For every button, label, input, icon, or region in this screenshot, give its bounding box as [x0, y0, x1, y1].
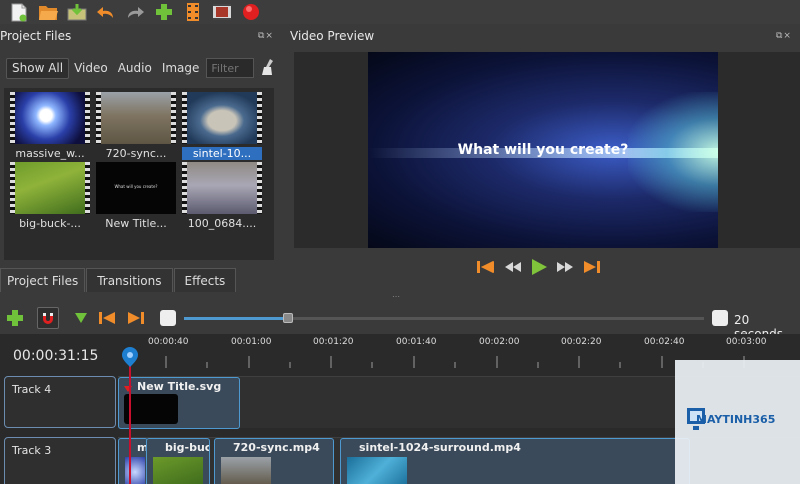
video-preview-panel-controls[interactable]: ⧉⨯ [776, 31, 792, 41]
main-toolbar [0, 0, 800, 24]
ruler-label: 00:02:40 [644, 337, 685, 347]
file-item[interactable]: massive_w... [10, 92, 90, 160]
bottom-tabs: Project Files Transitions Effects [0, 268, 237, 292]
file-label: sintel-10... [182, 147, 262, 160]
file-item[interactable]: big-buck-... [10, 162, 90, 230]
filter-show-all-button[interactable]: Show All [6, 57, 70, 79]
video-preview-title: Video Preview [290, 29, 375, 43]
ruler-label: 00:01:00 [231, 337, 272, 347]
play-icon[interactable] [530, 258, 548, 279]
title-thumb-text: What will you create? [114, 184, 158, 189]
file-item-selected[interactable]: sintel-10... [182, 92, 262, 160]
file-item[interactable]: What will you create? New Title... [96, 162, 176, 230]
file-label: massive_w... [15, 147, 85, 160]
filter-video-button[interactable]: Video [69, 58, 113, 79]
save-project-icon[interactable] [66, 2, 88, 22]
clip-label: New Title.svg [137, 380, 222, 393]
filter-input[interactable] [206, 58, 255, 78]
clip-thumbnail [221, 457, 271, 484]
redo-icon[interactable] [124, 2, 146, 22]
timeline-clip[interactable]: New Title.svg [118, 377, 240, 429]
clip-label: 720-sync.mp4 [233, 441, 320, 454]
filter-image-button[interactable]: Image [157, 58, 205, 79]
tab-effects[interactable]: Effects [173, 268, 237, 292]
file-label: 720-sync... [105, 147, 167, 160]
export-video-icon[interactable] [240, 2, 262, 22]
ruler-label: 00:03:00 [726, 337, 767, 347]
ruler-label: 00:01:20 [313, 337, 354, 347]
timeline-clip[interactable]: 720-sync.mp4 [214, 438, 334, 484]
zoom-slider-fill [184, 317, 288, 320]
filter-bar: Show All Video Audio Image [0, 52, 282, 84]
rewind-icon[interactable] [504, 259, 522, 278]
timeline-toolbar [0, 304, 800, 332]
fullscreen-icon[interactable] [211, 2, 233, 22]
zoom-in-icon[interactable] [712, 310, 728, 326]
clip-thumbnail [125, 457, 145, 484]
jump-start-icon[interactable] [476, 259, 496, 278]
file-item[interactable]: 100_0684.... [182, 162, 262, 230]
timeline-clip[interactable]: m [118, 438, 148, 484]
preview-overlay-text: What will you create? [457, 142, 629, 158]
undo-icon[interactable] [95, 2, 117, 22]
video-preview-canvas: What will you create? [368, 52, 718, 248]
clip-thumbnail [153, 457, 203, 484]
track-name: Track 3 [12, 444, 52, 457]
clip-thumbnail [124, 394, 178, 424]
profile-icon[interactable] [182, 2, 204, 22]
file-label: New Title... [105, 217, 167, 230]
playhead-handle[interactable] [121, 347, 139, 370]
next-marker-icon[interactable] [126, 310, 146, 329]
track-header[interactable]: Track 4 [4, 376, 116, 428]
timeline-clip[interactable]: sintel-1024-surround.mp4 [340, 438, 690, 484]
file-label: 100_0684.... [187, 217, 257, 230]
watermark-brand: MAYTINH365 [696, 413, 776, 426]
jump-end-icon[interactable] [582, 259, 602, 278]
ruler-label: 00:01:40 [396, 337, 437, 347]
open-project-icon[interactable] [37, 2, 59, 22]
clear-filter-icon[interactable] [260, 58, 276, 79]
zoom-slider-handle[interactable] [283, 313, 293, 323]
add-track-icon[interactable] [7, 310, 23, 329]
previous-marker-icon[interactable] [98, 310, 118, 329]
zoom-slider-track[interactable] [184, 313, 704, 323]
ruler-label: 00:02:20 [561, 337, 602, 347]
track-header[interactable]: Track 3 [4, 437, 116, 484]
clip-thumbnail [347, 457, 407, 484]
clip-label: big-buck- [165, 441, 209, 454]
ruler-label: 00:02:00 [479, 337, 520, 347]
fast-forward-icon[interactable] [556, 259, 574, 278]
timeline-clip[interactable]: big-buck- [146, 438, 210, 484]
magnet-icon [43, 313, 53, 324]
filter-audio-button[interactable]: Audio [113, 58, 157, 79]
tab-transitions[interactable]: Transitions [86, 268, 173, 292]
watermark-overlay: MAYTINH365 [675, 360, 800, 484]
snap-toggle[interactable] [37, 307, 59, 329]
playhead-line [129, 360, 131, 484]
import-files-icon[interactable] [153, 2, 175, 22]
project-files-title: Project Files [0, 29, 72, 43]
project-files-panel-controls[interactable]: ⧉⨯ [258, 31, 274, 41]
track-name: Track 4 [12, 383, 52, 396]
timecode: 00:00:31:15 [13, 348, 99, 364]
new-project-icon[interactable] [8, 2, 30, 22]
file-item[interactable]: 720-sync... [96, 92, 176, 160]
add-marker-icon[interactable] [74, 312, 88, 327]
tab-project-files[interactable]: Project Files [0, 268, 86, 292]
clip-label: sintel-1024-surround.mp4 [359, 441, 521, 454]
file-label: big-buck-... [19, 217, 81, 230]
ruler-label: 00:00:40 [148, 337, 189, 347]
zoom-out-icon[interactable] [160, 310, 176, 326]
playback-controls [476, 258, 602, 279]
project-files-grid: massive_w... 720-sync... sintel-10... bi… [4, 88, 274, 260]
splitter-handle[interactable]: ⋯ [392, 292, 400, 301]
